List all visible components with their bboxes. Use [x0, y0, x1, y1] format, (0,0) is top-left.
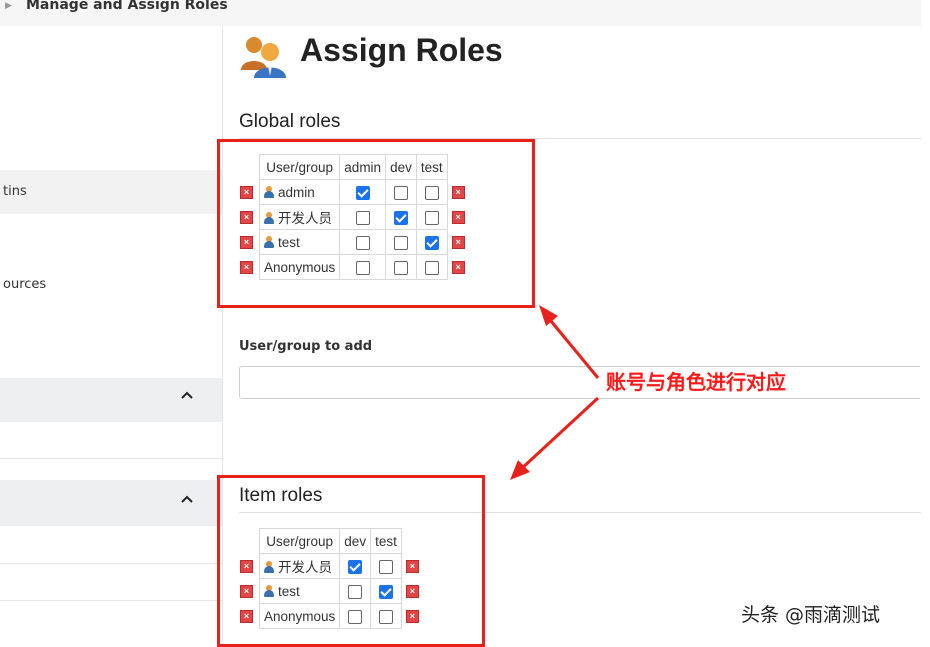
arrow-down-line	[518, 396, 600, 472]
annotation-text: 账号与角色进行对应	[606, 370, 786, 394]
arrow-up-line	[544, 314, 600, 379]
annotation-arrows	[510, 305, 600, 480]
arrow-up-head	[539, 305, 558, 326]
watermark: 头条 @雨滴测试	[741, 604, 881, 626]
